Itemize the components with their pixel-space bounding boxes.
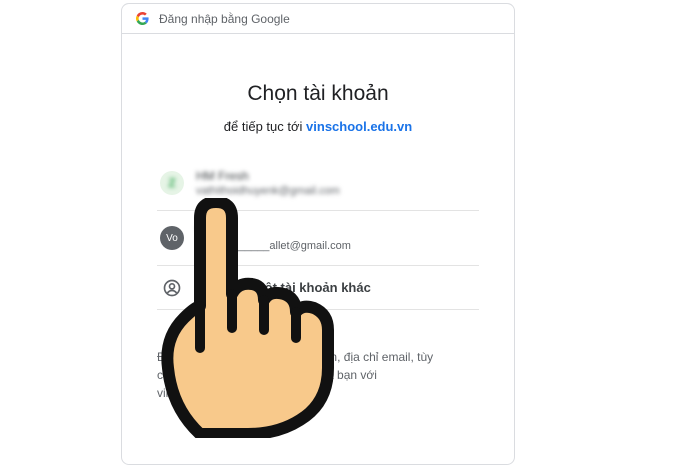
avatar-initial: Z bbox=[168, 176, 176, 190]
pointing-hand-icon bbox=[161, 198, 334, 438]
google-g-icon bbox=[136, 12, 149, 25]
card-header: Đăng nhập bằng Google bbox=[122, 4, 514, 34]
subtitle: để tiếp tục tới vinschool.edu.vn bbox=[122, 119, 514, 134]
avatar: Z bbox=[160, 171, 184, 195]
header-title: Đăng nhập bằng Google bbox=[159, 11, 290, 26]
account-email: vathithoidhuyenk@gmail.com bbox=[196, 185, 340, 197]
subtitle-prefix: để tiếp tục tới bbox=[223, 119, 303, 134]
account-name: HM Fresh bbox=[196, 169, 249, 183]
page-title: Chọn tài khoản bbox=[247, 82, 389, 105]
continue-to-link[interactable]: vinschool.edu.vn bbox=[306, 119, 412, 134]
